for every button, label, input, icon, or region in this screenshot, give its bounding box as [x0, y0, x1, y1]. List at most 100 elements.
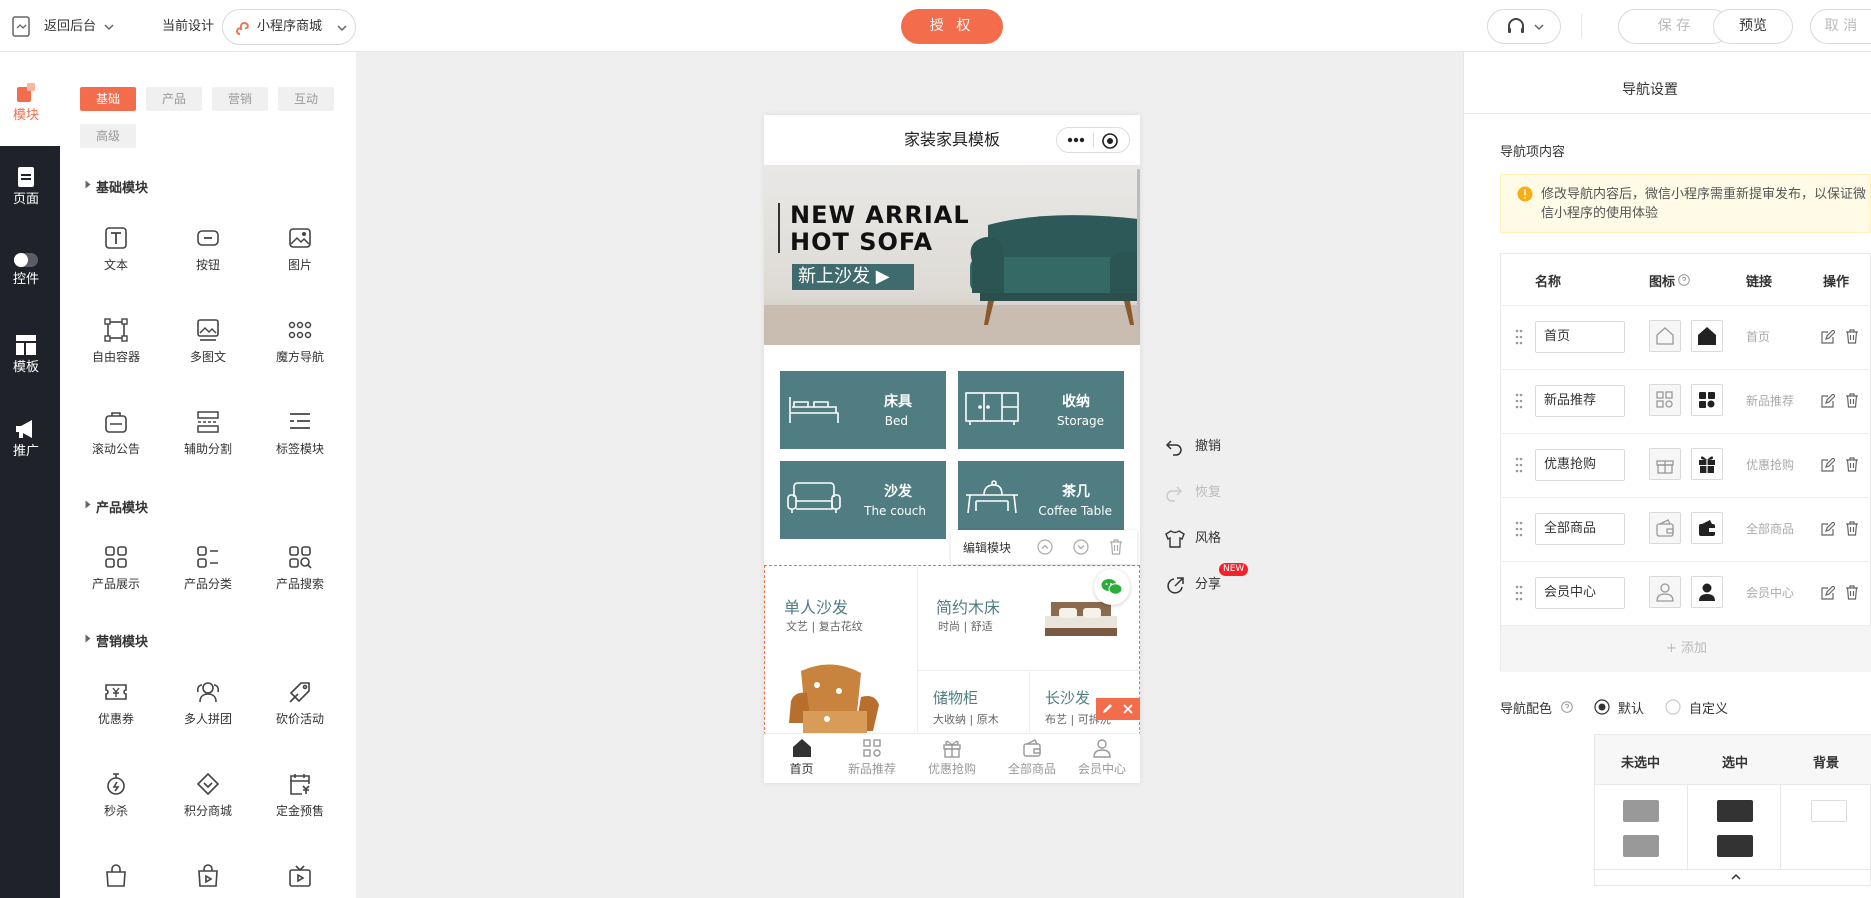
nav-link[interactable]: 会员中心 [1746, 584, 1794, 601]
delete-icon[interactable] [1845, 329, 1859, 344]
selected-icon-picker[interactable] [1691, 512, 1723, 544]
selected-color-swatch[interactable] [1717, 835, 1753, 857]
unselected-icon-picker[interactable] [1649, 512, 1681, 544]
component-product-category[interactable]: 产品分类 [168, 545, 248, 592]
component-divider[interactable]: 辅助分割 [168, 410, 248, 457]
delete-icon[interactable] [1845, 585, 1859, 600]
nav-name-input[interactable]: 优惠抢购 [1535, 449, 1625, 481]
design-selector[interactable]: 小程序商城 [222, 9, 356, 45]
product-module[interactable]: 单人沙发 文艺 | 复古花纹 简约木床 时尚 | 舒适 储物柜 大收纳 | 原木… [764, 565, 1140, 736]
selected-icon-picker[interactable] [1691, 448, 1723, 480]
authorize-button[interactable]: 授 权 [901, 9, 1003, 44]
undo-button[interactable]: 撤销 [1165, 437, 1221, 457]
unselected-icon-picker[interactable] [1649, 576, 1681, 608]
component-group-buy[interactable]: 多人拼团 [168, 680, 248, 727]
component-magic-nav[interactable]: 魔方导航 [260, 318, 340, 365]
selected-color-swatch[interactable] [1717, 800, 1753, 822]
preview-button[interactable]: 预览 [1713, 9, 1793, 44]
cancel-button[interactable]: 取 消 [1810, 9, 1871, 44]
drag-handle-icon[interactable] [1515, 585, 1523, 601]
help-circle-icon[interactable] [1561, 701, 1573, 713]
redo-button[interactable]: 恢复 [1165, 483, 1221, 503]
edit-icon[interactable] [1821, 394, 1835, 408]
help-circle-icon[interactable] [1678, 274, 1690, 286]
nav-name-input[interactable]: 新品推荐 [1535, 385, 1625, 417]
component-points-mall[interactable]: 积分商城 [168, 772, 248, 819]
capsule-menu[interactable] [1056, 127, 1130, 153]
category-tab-product[interactable]: 产品 [146, 87, 202, 111]
component-button[interactable]: 按钮 [168, 226, 248, 273]
style-button[interactable]: 风格 [1165, 529, 1221, 549]
drag-handle-icon[interactable] [1515, 457, 1523, 473]
component-tag[interactable]: 标签模块 [260, 410, 340, 457]
unselected-color-swatch[interactable] [1623, 835, 1659, 857]
unselected-icon-picker[interactable] [1649, 320, 1681, 352]
rail-item-page[interactable]: 页面 [0, 166, 52, 208]
delete-icon[interactable] [1845, 457, 1859, 472]
rail-item-module[interactable]: 模块 [0, 82, 52, 124]
wechat-float-button[interactable] [1094, 569, 1130, 605]
category-tab-advanced[interactable]: 高级 [80, 124, 136, 148]
edit-icon[interactable] [1821, 458, 1835, 472]
delete-icon[interactable] [1845, 521, 1859, 536]
rail-item-promote[interactable]: 推广 [0, 418, 52, 460]
delete-icon[interactable] [1109, 539, 1123, 555]
drag-handle-icon[interactable] [1515, 521, 1523, 537]
component-product-search[interactable]: 产品搜索 [260, 545, 340, 592]
banner[interactable]: NEW ARRIAL HOT SOFA 新上沙发 ▶ [764, 165, 1140, 345]
tab-member[interactable]: 会员中心 [1062, 738, 1140, 777]
tile-couch[interactable]: 沙发 The couch [780, 461, 946, 539]
support-button[interactable] [1487, 9, 1561, 44]
tile-coffee-table[interactable]: 茶几 Coffee Table [958, 461, 1124, 539]
component-flash-sale[interactable]: 秒杀 [76, 772, 156, 819]
nav-link[interactable]: 全部商品 [1746, 520, 1794, 537]
unselected-icon-picker[interactable] [1649, 448, 1681, 480]
component-more-3[interactable] [260, 864, 340, 894]
chevron-up-icon[interactable] [1731, 873, 1741, 880]
component-scroll-notice[interactable]: 滚动公告 [76, 410, 156, 457]
add-nav-button[interactable]: + 添加 [1501, 626, 1871, 672]
tile-bed[interactable]: 床具 Bed [780, 371, 946, 449]
nav-link[interactable]: 首页 [1746, 328, 1770, 345]
tile-storage[interactable]: 收纳 Storage [958, 371, 1124, 449]
rail-item-template[interactable]: 模板 [0, 334, 52, 376]
component-bargain[interactable]: 砍价活动 [260, 680, 340, 727]
edit-icon[interactable] [1821, 586, 1835, 600]
selected-icon-picker[interactable] [1691, 320, 1723, 352]
drag-handle-icon[interactable] [1515, 329, 1523, 345]
component-product-display[interactable]: 产品展示 [76, 545, 156, 592]
nav-link[interactable]: 新品推荐 [1746, 392, 1794, 409]
edit-icon[interactable] [1821, 522, 1835, 536]
component-presale[interactable]: 定金预售 [260, 772, 340, 819]
move-up-icon[interactable] [1037, 539, 1053, 555]
component-more-1[interactable] [76, 864, 156, 894]
component-free-container[interactable]: 自由容器 [76, 318, 156, 365]
share-button[interactable]: 分享 [1165, 575, 1221, 595]
back-button[interactable]: 返回后台 [12, 14, 122, 40]
drag-handle-icon[interactable] [1515, 393, 1523, 409]
component-more-2[interactable] [168, 864, 248, 894]
delete-icon[interactable] [1845, 393, 1859, 408]
selected-icon-picker[interactable] [1691, 576, 1723, 608]
nav-name-input[interactable]: 首页 [1535, 321, 1625, 353]
nav-name-input[interactable]: 会员中心 [1535, 577, 1625, 609]
rail-item-controls[interactable]: 控件 [0, 252, 52, 288]
unselected-color-swatch[interactable] [1623, 800, 1659, 822]
category-tab-marketing[interactable]: 营销 [212, 87, 268, 111]
edit-module-button[interactable]: 编辑模块 [963, 539, 1011, 556]
nav-name-input[interactable]: 全部商品 [1535, 513, 1625, 545]
component-coupon[interactable]: 优惠券 [76, 680, 156, 727]
selected-icon-picker[interactable] [1691, 384, 1723, 416]
edit-icon[interactable] [1821, 330, 1835, 344]
background-color-swatch[interactable] [1811, 800, 1847, 822]
category-tab-basic[interactable]: 基础 [80, 87, 136, 111]
nav-link[interactable]: 优惠抢购 [1746, 456, 1794, 473]
edit-pencil-icon[interactable] [1101, 703, 1113, 715]
component-text[interactable]: 文本 [76, 226, 156, 273]
component-image[interactable]: 图片 [260, 226, 340, 273]
close-icon[interactable] [1123, 704, 1133, 714]
move-down-icon[interactable] [1073, 539, 1089, 555]
unselected-icon-picker[interactable] [1649, 384, 1681, 416]
category-tab-interactive[interactable]: 互动 [278, 87, 334, 111]
component-multi-image-text[interactable]: 多图文 [168, 318, 248, 365]
